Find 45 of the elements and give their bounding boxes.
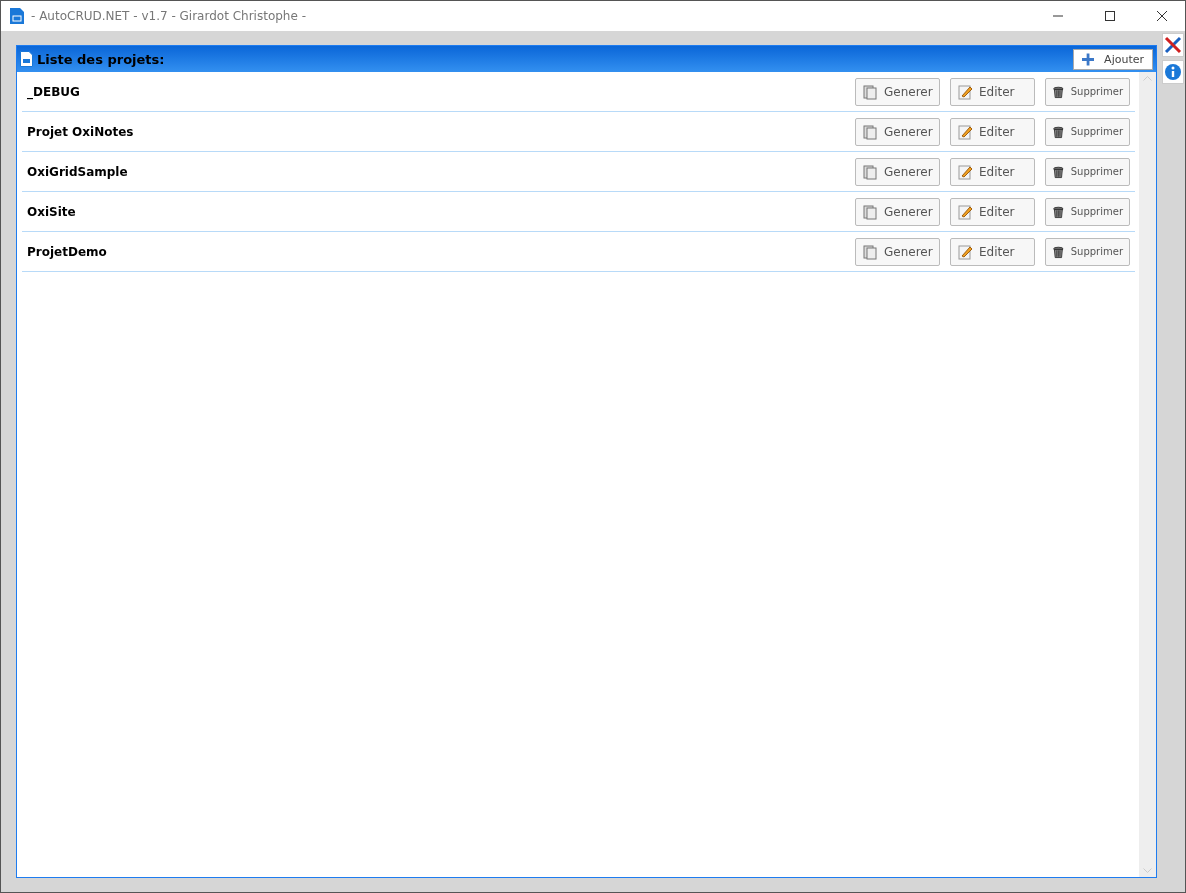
app-icon [9,7,25,25]
maximize-icon [1105,11,1115,21]
delete-button[interactable]: Supprimer [1045,157,1130,186]
delete-button[interactable]: Supprimer [1045,197,1130,226]
info-icon [1164,63,1182,81]
scroll-down-icon [1143,868,1152,873]
plus-icon [1082,52,1095,66]
pencil-note-icon [957,203,973,220]
panel-title: Liste des projets: [37,51,166,67]
project-name: _DEBUG [27,84,81,99]
tools-button[interactable] [1162,33,1184,57]
generate-button[interactable]: Generer [855,77,940,106]
pencil-note-icon [957,243,973,260]
pencil-note-icon [957,123,973,140]
project-name: Projet OxiNotes [27,124,135,139]
pencil-note-icon [957,83,973,100]
document-icon [20,51,33,67]
project-name: OxiGridSample [27,164,129,179]
window-title: - AutoCRUD.NET - v1.7 - Girardot Christophe - [31,9,307,23]
delete-button[interactable]: Supprimer [1045,77,1130,106]
info-button[interactable] [1162,60,1184,84]
documents-icon [862,123,878,140]
pencil-note-icon [957,163,973,180]
scrollbar[interactable] [1139,72,1156,877]
generate-button[interactable]: Generer [855,157,940,186]
documents-icon [862,83,878,100]
generate-button[interactable]: Generer [855,197,940,226]
generate-button[interactable]: Generer [855,237,940,266]
add-button[interactable]: Ajouter [1073,48,1153,70]
generate-button[interactable]: Generer [855,117,940,146]
close-icon [1157,11,1167,21]
documents-icon [862,243,878,260]
delete-button[interactable]: Supprimer [1045,117,1130,146]
documents-icon [862,203,878,220]
delete-button[interactable]: Supprimer [1045,237,1130,266]
documents-icon [862,163,878,180]
edit-button[interactable]: Editer [950,237,1035,266]
scroll-up-icon [1143,76,1152,81]
project-name: OxiSite [27,204,77,219]
edit-button[interactable]: Editer [950,157,1035,186]
project-name: ProjetDemo [27,244,108,259]
edit-button[interactable]: Editer [950,197,1035,226]
tools-icon [1164,36,1182,54]
edit-button[interactable]: Editer [950,117,1035,146]
edit-button[interactable]: Editer [950,77,1035,106]
